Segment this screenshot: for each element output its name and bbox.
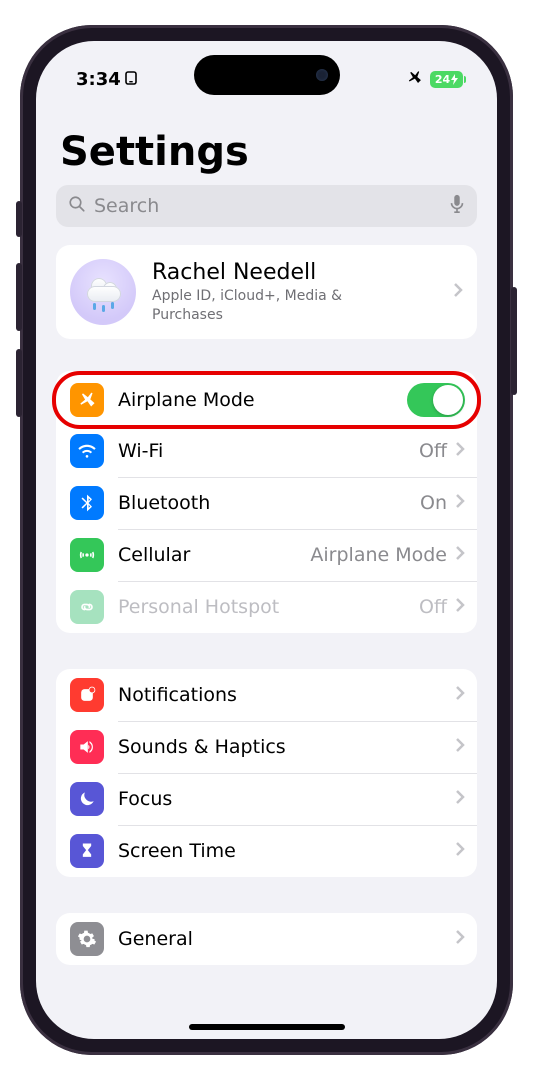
chevron-right-icon bbox=[455, 841, 465, 861]
row-label: Focus bbox=[118, 788, 455, 810]
row-label: Notifications bbox=[118, 684, 455, 706]
row-value: Off bbox=[419, 596, 447, 618]
search-input[interactable]: Search bbox=[56, 185, 477, 227]
chevron-right-icon bbox=[455, 929, 465, 949]
row-label: General bbox=[118, 928, 455, 950]
general-row[interactable]: General bbox=[56, 913, 477, 965]
search-placeholder: Search bbox=[94, 195, 441, 217]
row-label: Cellular bbox=[118, 544, 310, 566]
battery-percent: 24 bbox=[435, 73, 450, 86]
hourglass-icon bbox=[70, 834, 104, 868]
hotspot-icon bbox=[70, 590, 104, 624]
moon-icon bbox=[70, 782, 104, 816]
volume-up-button[interactable] bbox=[16, 263, 22, 331]
battery-indicator: 24 bbox=[430, 71, 463, 88]
search-icon bbox=[68, 195, 86, 217]
sounds-icon bbox=[70, 730, 104, 764]
general-group: General bbox=[56, 913, 477, 965]
portrait-lock-icon bbox=[125, 69, 137, 90]
row-label: Sounds & Haptics bbox=[118, 736, 455, 758]
airplane-status-icon bbox=[406, 69, 423, 90]
avatar bbox=[70, 259, 136, 325]
airplane-mode-switch[interactable] bbox=[407, 383, 465, 417]
chevron-right-icon bbox=[455, 545, 465, 565]
dictate-icon[interactable] bbox=[449, 194, 465, 218]
screen-time-row[interactable]: Screen Time bbox=[56, 825, 477, 877]
notifications-icon bbox=[70, 678, 104, 712]
wifi-row[interactable]: Wi-Fi Off bbox=[56, 425, 477, 477]
gear-icon bbox=[70, 922, 104, 956]
personal-hotspot-row[interactable]: Personal Hotspot Off bbox=[56, 581, 477, 633]
row-value: Airplane Mode bbox=[310, 544, 447, 566]
row-label: Wi-Fi bbox=[118, 440, 419, 462]
home-indicator[interactable] bbox=[189, 1024, 345, 1030]
notifications-group: Notifications Sounds & Haptics Focus bbox=[56, 669, 477, 877]
screen: 3:34 24 Settings Search bbox=[36, 41, 497, 1039]
chevron-right-icon bbox=[455, 597, 465, 617]
account-subtitle: Apple ID, iCloud+, Media & Purchases bbox=[152, 287, 412, 325]
row-label: Bluetooth bbox=[118, 492, 420, 514]
notifications-row[interactable]: Notifications bbox=[56, 669, 477, 721]
apple-id-row[interactable]: Rachel Needell Apple ID, iCloud+, Media … bbox=[56, 245, 477, 339]
airplane-icon bbox=[70, 383, 104, 417]
chevron-right-icon bbox=[455, 737, 465, 757]
wifi-icon bbox=[70, 434, 104, 468]
power-button[interactable] bbox=[511, 287, 517, 395]
status-time: 3:34 bbox=[76, 69, 121, 90]
account-name: Rachel Needell bbox=[152, 260, 453, 285]
airplane-mode-row[interactable]: Airplane Mode bbox=[52, 371, 481, 429]
sounds-haptics-row[interactable]: Sounds & Haptics bbox=[56, 721, 477, 773]
row-value: Off bbox=[419, 440, 447, 462]
chevron-right-icon bbox=[455, 493, 465, 513]
connectivity-group: Airplane Mode Wi-Fi Off Bluetooth On bbox=[56, 371, 477, 633]
phone-frame: 3:34 24 Settings Search bbox=[20, 25, 513, 1055]
row-label: Airplane Mode bbox=[118, 389, 407, 411]
cellular-row[interactable]: Cellular Airplane Mode bbox=[56, 529, 477, 581]
chevron-right-icon bbox=[455, 789, 465, 809]
bluetooth-icon bbox=[70, 486, 104, 520]
cellular-icon bbox=[70, 538, 104, 572]
row-value: On bbox=[420, 492, 447, 514]
row-label: Personal Hotspot bbox=[118, 596, 419, 618]
volume-down-button[interactable] bbox=[16, 349, 22, 417]
account-group: Rachel Needell Apple ID, iCloud+, Media … bbox=[56, 245, 477, 339]
dynamic-island bbox=[194, 55, 340, 95]
focus-row[interactable]: Focus bbox=[56, 773, 477, 825]
page-title: Settings bbox=[36, 101, 497, 185]
bluetooth-row[interactable]: Bluetooth On bbox=[56, 477, 477, 529]
chevron-right-icon bbox=[453, 282, 463, 302]
silent-switch[interactable] bbox=[16, 201, 22, 237]
row-label: Screen Time bbox=[118, 840, 455, 862]
chevron-right-icon bbox=[455, 685, 465, 705]
chevron-right-icon bbox=[455, 441, 465, 461]
